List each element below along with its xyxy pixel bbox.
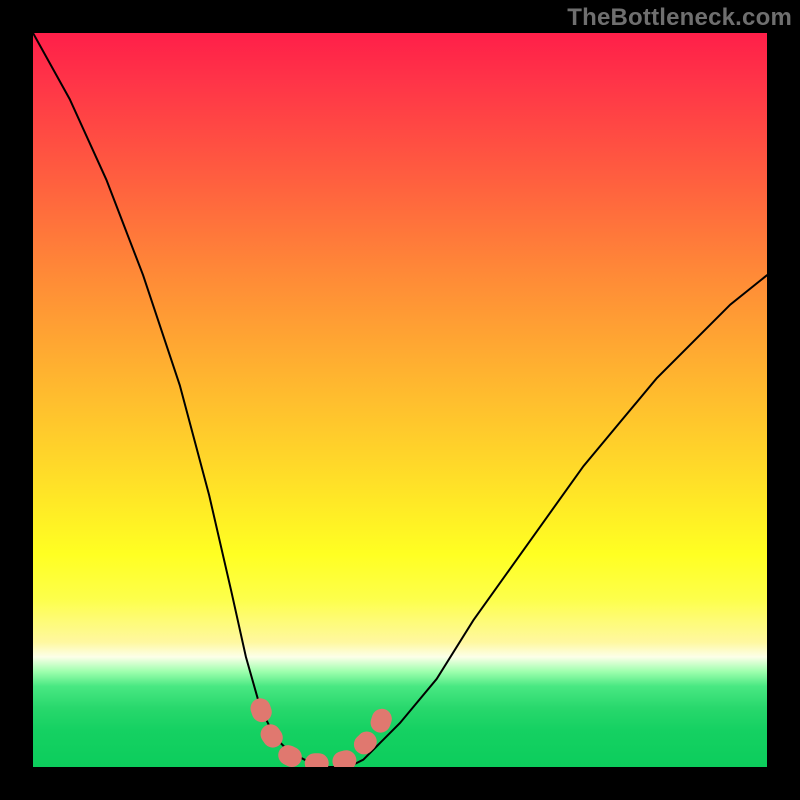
chart-frame: TheBottleneck.com	[0, 0, 800, 800]
curve-layer	[33, 33, 767, 767]
plot-area	[33, 33, 767, 767]
right-curve	[334, 275, 767, 767]
watermark-text: TheBottleneck.com	[567, 4, 792, 32]
left-curve	[33, 33, 334, 767]
v-curve	[33, 33, 767, 767]
